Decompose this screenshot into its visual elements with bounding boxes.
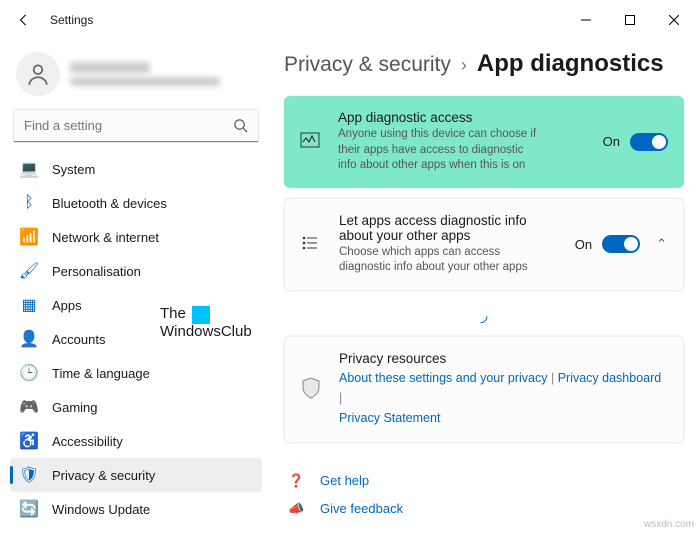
nav-list: 💻 System ᛒ Bluetooth & devices 📶 Network & … <box>10 152 262 534</box>
accessibility-icon: ♿ <box>20 432 38 450</box>
nav-label: Bluetooth & devices <box>52 196 167 211</box>
help-icon: ❓ <box>288 473 306 489</box>
nav-label: Windows Update <box>52 502 150 517</box>
card-title: Let apps access diagnostic info about yo… <box>339 213 559 243</box>
shield-icon: 🛡 <box>20 466 38 484</box>
link-privacy-statement[interactable]: Privacy Statement <box>339 411 440 425</box>
nav-system[interactable]: 💻 System <box>10 152 262 186</box>
nav-network[interactable]: 📶 Network & internet <box>10 220 262 254</box>
nav-apps[interactable]: ▦ Apps <box>10 288 262 322</box>
feedback-icon: 📣 <box>288 501 306 517</box>
system-icon: 💻 <box>20 160 38 178</box>
nav-personalisation[interactable]: 🖌 Personalisation <box>10 254 262 288</box>
nav-time[interactable]: 🕒 Time & language <box>10 356 262 390</box>
loading-spinner: ◞ <box>284 301 684 336</box>
nav-label: System <box>52 162 95 177</box>
nav-label: Personalisation <box>52 264 141 279</box>
profile-email-redacted <box>70 77 220 86</box>
source-tag: wsxdn.com <box>644 519 694 530</box>
bluetooth-icon: ᛒ <box>20 194 38 212</box>
close-button[interactable] <box>652 5 696 35</box>
window-title: Settings <box>50 13 93 27</box>
nav-label: Time & language <box>52 366 150 381</box>
link-label: Get help <box>320 473 369 488</box>
sidebar: 💻 System ᛒ Bluetooth & devices 📶 Network & … <box>0 40 270 534</box>
give-feedback-link[interactable]: 📣 Give feedback <box>288 495 680 523</box>
nav-accessibility[interactable]: ♿ Accessibility <box>10 424 262 458</box>
diagnostics-icon <box>300 130 322 153</box>
card-privacy-resources: Privacy resources About these settings a… <box>284 336 684 443</box>
nav-update[interactable]: 🔄 Windows Update <box>10 492 262 526</box>
get-help-link[interactable]: ❓ Get help <box>288 467 680 495</box>
breadcrumb-parent[interactable]: Privacy & security <box>284 53 451 77</box>
shield-icon <box>301 377 323 402</box>
nav-label: Accounts <box>52 332 105 347</box>
titlebar: Settings <box>0 0 700 40</box>
time-icon: 🕒 <box>20 364 38 382</box>
chevron-up-icon[interactable]: ⌃ <box>656 236 667 252</box>
profile-text <box>70 62 220 86</box>
nav-accounts[interactable]: 👤 Accounts <box>10 322 262 356</box>
nav-privacy[interactable]: 🛡 Privacy & security <box>10 458 262 492</box>
toggle-label: On <box>603 134 620 149</box>
wifi-icon: 📶 <box>20 228 38 246</box>
toggle-label: On <box>575 237 592 252</box>
chevron-right-icon: › <box>461 55 467 76</box>
window-controls <box>564 5 696 35</box>
nav-label: Network & internet <box>52 230 159 245</box>
accounts-icon: 👤 <box>20 330 38 348</box>
page-title: App diagnostics <box>477 50 664 78</box>
personalisation-icon: 🖌 <box>20 262 38 280</box>
breadcrumb: Privacy & security › App diagnostics <box>284 50 684 78</box>
avatar <box>16 52 60 96</box>
profile-name-redacted <box>70 62 150 73</box>
card-desc: Anyone using this device can choose if t… <box>338 127 538 174</box>
nav-label: Privacy & security <box>52 468 155 483</box>
toggle-diagnostic-access[interactable] <box>630 133 668 151</box>
link-privacy-dashboard[interactable]: Privacy dashboard <box>558 371 662 385</box>
search-icon <box>233 118 248 136</box>
main-content: Privacy & security › App diagnostics App… <box>270 40 700 534</box>
apps-icon: ▦ <box>20 296 38 314</box>
link-about-settings[interactable]: About these settings and your privacy <box>339 371 547 385</box>
card-let-apps-access[interactable]: Let apps access diagnostic info about yo… <box>284 198 684 291</box>
gaming-icon: 🎮 <box>20 398 38 416</box>
update-icon: 🔄 <box>20 500 38 518</box>
footer-links: ❓ Get help 📣 Give feedback <box>284 453 684 534</box>
card-title: Privacy resources <box>339 351 667 366</box>
search-input[interactable] <box>14 110 258 142</box>
nav-label: Apps <box>52 298 82 313</box>
nav-bluetooth[interactable]: ᛒ Bluetooth & devices <box>10 186 262 220</box>
link-label: Give feedback <box>320 501 403 516</box>
search-box[interactable] <box>14 110 258 142</box>
list-icon <box>301 234 323 255</box>
back-button[interactable] <box>10 6 38 34</box>
card-desc: Choose which apps can access diagnostic … <box>339 245 539 276</box>
minimize-button[interactable] <box>564 5 608 35</box>
nav-label: Accessibility <box>52 434 123 449</box>
maximize-button[interactable] <box>608 5 652 35</box>
toggle-let-apps[interactable] <box>602 235 640 253</box>
profile-block[interactable] <box>10 46 262 110</box>
card-title: App diagnostic access <box>338 110 587 125</box>
card-diagnostic-access[interactable]: App diagnostic access Anyone using this … <box>284 96 684 188</box>
nav-label: Gaming <box>52 400 98 415</box>
nav-gaming[interactable]: 🎮 Gaming <box>10 390 262 424</box>
